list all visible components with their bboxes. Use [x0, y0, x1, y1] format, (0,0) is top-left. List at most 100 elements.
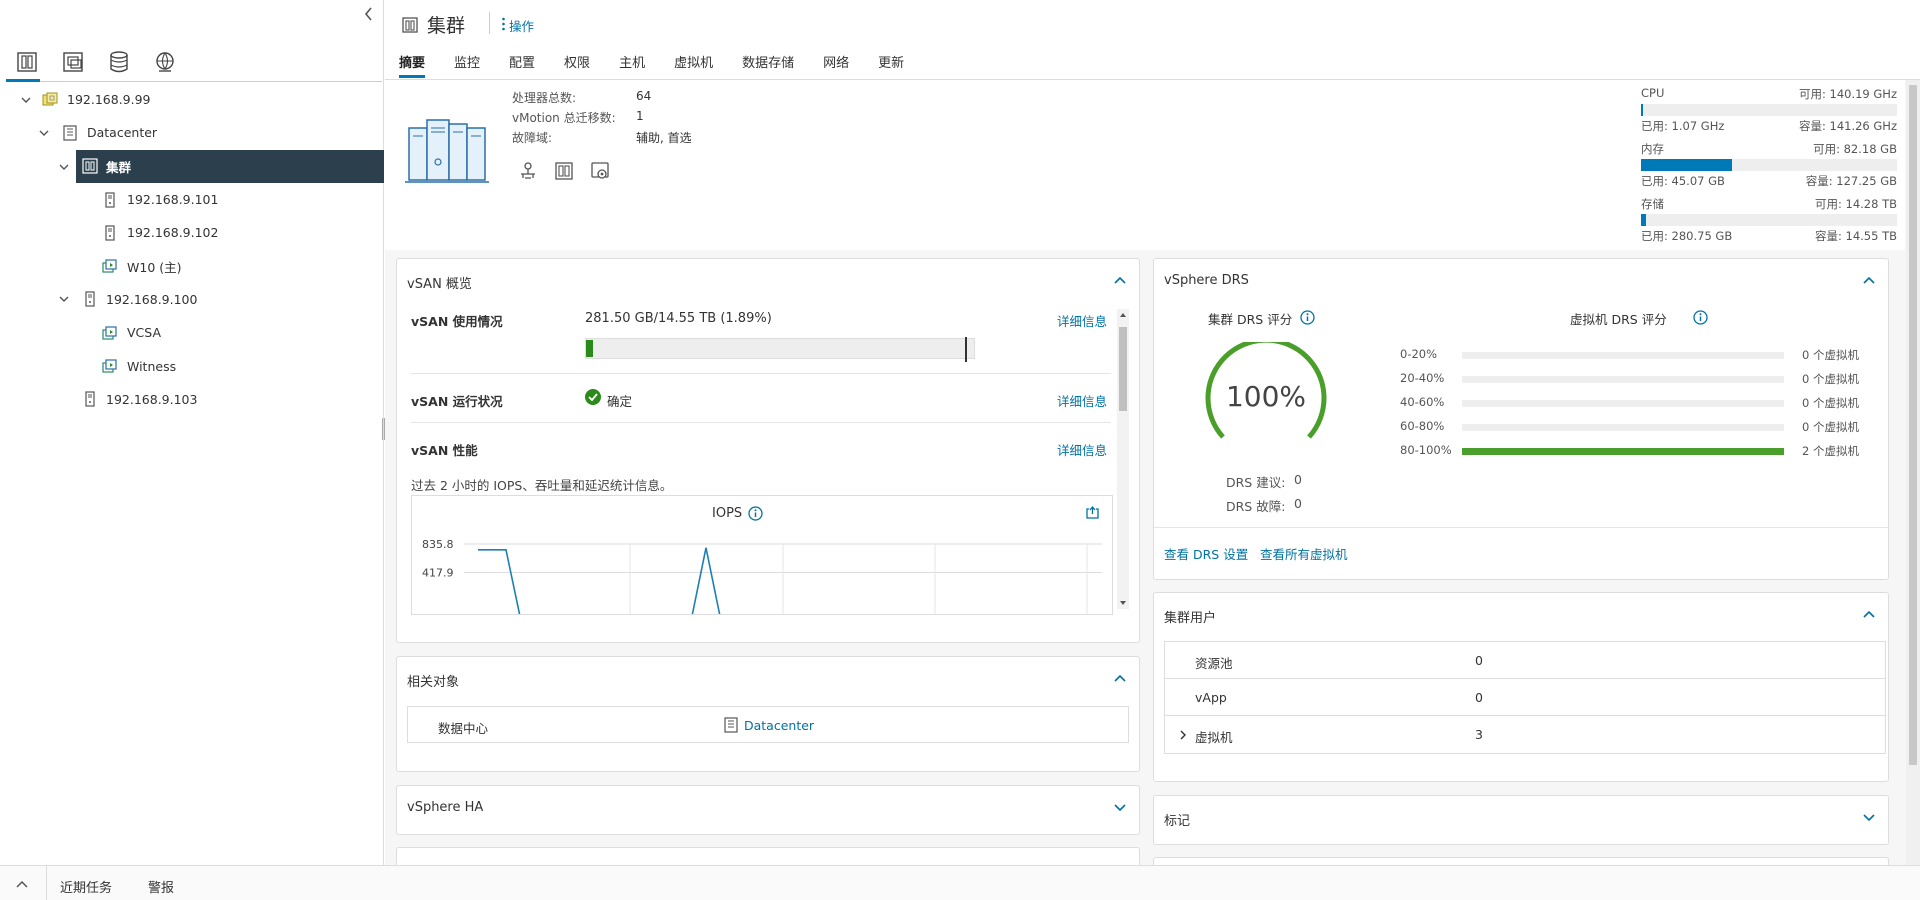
tree-node[interactable]: 192.168.9.100	[0, 283, 384, 316]
tree-node-label: VCSA	[127, 325, 161, 341]
consumer-label: 虚拟机	[1195, 730, 1233, 745]
histogram-track	[1462, 400, 1784, 407]
info-icon[interactable]	[1300, 310, 1315, 325]
chevron-down-icon[interactable]	[1113, 802, 1127, 812]
vsan-usage-threshold-marker	[965, 337, 967, 362]
tree-node[interactable]: 192.168.9.101	[0, 183, 384, 216]
tree-node[interactable]: VCSA	[0, 316, 384, 349]
alarms-tab[interactable]: 警报	[148, 877, 174, 896]
cluster-settings-icon[interactable]	[589, 160, 615, 184]
tab-1[interactable]: 监控	[454, 52, 480, 78]
drs-faults-value[interactable]: 0	[1294, 496, 1302, 511]
scroll-up-arrow-icon[interactable]	[1119, 311, 1127, 319]
tab-5[interactable]: 虚拟机	[674, 52, 713, 78]
tab-2[interactable]: 配置	[509, 52, 535, 78]
related-label: 数据中心	[438, 721, 489, 736]
bottom-task-bar: 近期任务 警报	[0, 865, 1920, 900]
storage-view-icon[interactable]	[98, 44, 144, 81]
tab-7[interactable]: 网络	[823, 52, 849, 78]
info-icon[interactable]	[1693, 310, 1708, 325]
actions-label: 操作	[509, 19, 535, 34]
chevron-up-icon[interactable]	[1862, 275, 1876, 285]
tab-3[interactable]: 权限	[564, 52, 590, 78]
drs-recommendations-value[interactable]: 0	[1294, 472, 1302, 487]
main-scrollbar[interactable]	[1906, 80, 1920, 865]
scrollbar-thumb[interactable]	[1119, 327, 1127, 411]
vsan-health-details-link[interactable]: 详细信息	[1057, 391, 1107, 410]
memory-meter-header: 内存 可用: 82.18 GB	[1641, 141, 1897, 156]
tree-node[interactable]: 192.168.9.103	[0, 383, 384, 416]
related-objects-table: 数据中心 Datacenter	[407, 706, 1129, 743]
tree-node[interactable]: Witness	[0, 349, 384, 382]
vmotion-label: vMotion 总迁移数:	[512, 111, 616, 125]
tree-node[interactable]: 192.168.9.99	[0, 83, 384, 116]
tab-6[interactable]: 数据存储	[742, 52, 794, 78]
vsan-usage-row: vSAN 使用情况 281.50 GB/14.55 TB (1.89%) 详细信…	[411, 311, 1111, 371]
datacenter-link[interactable]: Datacenter	[744, 718, 814, 733]
cluster-network-icon[interactable]	[517, 160, 543, 184]
memory-bar	[1641, 159, 1897, 171]
storage-meter-header: 存储 可用: 14.28 TB	[1641, 196, 1897, 211]
tab-4[interactable]: 主机	[619, 52, 645, 78]
recent-tasks-tab[interactable]: 近期任务	[60, 877, 112, 896]
vsan-usage-details-link[interactable]: 详细信息	[1057, 311, 1107, 330]
storage-free: 可用: 14.28 TB	[1814, 197, 1897, 211]
vsan-performance-details-link[interactable]: 详细信息	[1057, 440, 1107, 459]
actions-menu[interactable]: 操作	[502, 16, 535, 35]
fault-domain-label: 故障域:	[512, 131, 553, 145]
networking-view-icon[interactable]	[144, 44, 190, 81]
tab-8[interactable]: 更新	[878, 52, 904, 78]
tab-0[interactable]: 摘要	[399, 52, 426, 78]
tree-node[interactable]: 192.168.9.102	[0, 216, 384, 249]
datacenter-icon	[724, 717, 738, 733]
scrollbar-thumb[interactable]	[1909, 85, 1917, 765]
chevron-up-icon[interactable]	[1113, 275, 1127, 285]
card-title: 集群用户	[1164, 611, 1217, 626]
tree-node[interactable]: 集群	[76, 149, 384, 183]
chevron-down-icon[interactable]	[38, 127, 50, 139]
collapse-navigator-icon[interactable]	[361, 4, 377, 24]
chevron-up-icon[interactable]	[1113, 673, 1127, 683]
page-title: 集群	[427, 15, 466, 37]
expand-row-icon[interactable]	[1179, 730, 1187, 740]
histogram-bar	[1462, 448, 1784, 455]
cluster-drs-score-title: 集群 DRS 评分	[1208, 312, 1293, 327]
divider	[46, 866, 47, 900]
table-row: 虚拟机 3	[1165, 716, 1885, 753]
vsan-card-scrollbar[interactable]	[1117, 309, 1129, 609]
consumers-table: 资源池 0 vApp 0 虚拟机 3	[1164, 641, 1886, 754]
vm-icon	[102, 358, 118, 374]
chevron-down-icon[interactable]	[58, 293, 70, 305]
scroll-down-arrow-icon[interactable]	[1119, 599, 1127, 607]
histogram-row: 40-60% 0 个虚拟机	[1400, 395, 1872, 411]
memory-free: 可用: 82.18 GB	[1813, 142, 1897, 156]
hosts-clusters-view-icon[interactable]	[6, 44, 52, 82]
cluster-icon	[401, 16, 419, 34]
cpu-free: 可用: 140.19 GHz	[1798, 87, 1897, 101]
drs-faults-label: DRS 故障:	[1226, 499, 1286, 514]
chevron-down-icon[interactable]	[58, 161, 70, 173]
iops-series-line	[478, 549, 521, 614]
tree-node-label: Datacenter	[87, 125, 158, 141]
vms-templates-view-icon[interactable]	[52, 44, 98, 81]
chevron-down-icon[interactable]	[20, 94, 32, 106]
card-title: 相关对象	[407, 675, 460, 690]
histogram-row: 20-40% 0 个虚拟机	[1400, 371, 1872, 387]
view-drs-settings-link[interactable]: 查看 DRS 设置	[1164, 544, 1248, 563]
tree-node[interactable]: W10 (主)	[0, 249, 384, 282]
cluster-icon	[82, 158, 98, 174]
memory-capacity: 容量: 127.25 GB	[1805, 174, 1897, 188]
histogram-count: 0 个虚拟机	[1802, 396, 1859, 410]
tree-node[interactable]: Datacenter	[0, 116, 384, 149]
card-title: vSphere DRS	[1164, 273, 1249, 288]
chevron-down-icon[interactable]	[1862, 812, 1876, 822]
chevron-up-icon[interactable]	[12, 876, 32, 892]
view-all-vms-link[interactable]: 查看所有虚拟机	[1260, 544, 1348, 563]
navigator-view-tabs	[6, 44, 382, 82]
cluster-hosts-icon[interactable]	[553, 160, 579, 184]
histogram-count: 2 个虚拟机	[1802, 444, 1859, 458]
vm-drs-score-title: 虚拟机 DRS 评分	[1570, 312, 1667, 327]
more-vertical-icon	[502, 17, 505, 31]
histogram-range: 20-40%	[1400, 371, 1445, 385]
chevron-up-icon[interactable]	[1862, 609, 1876, 619]
